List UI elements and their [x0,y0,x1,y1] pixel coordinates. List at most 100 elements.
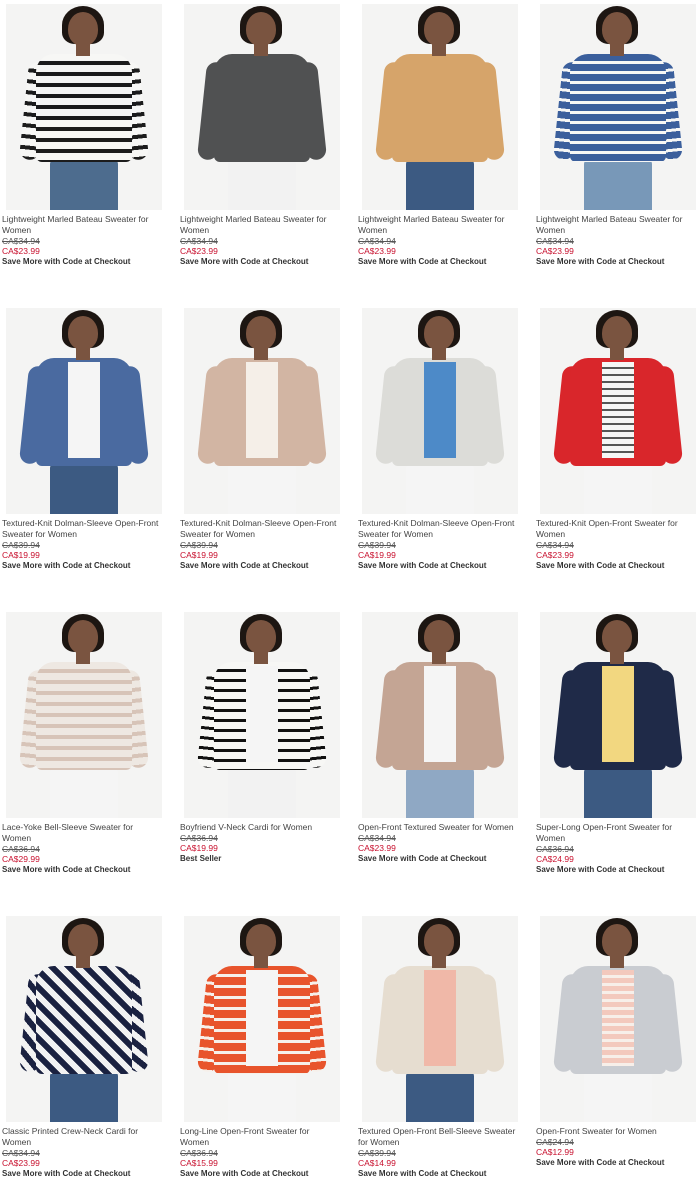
product-card[interactable]: Textured-Knit Open-Front Sweater for Wom… [536,308,700,571]
product-name-link[interactable]: Boyfriend V-Neck Cardi for Women [180,822,340,833]
model-figure [362,916,518,1122]
product-image[interactable] [540,916,696,1122]
product-card[interactable]: Textured Open-Front Bell-Sleeve Sweater … [358,916,522,1179]
product-card[interactable]: Open-Front Textured Sweater for Women CA$… [358,612,522,864]
model-figure [6,4,162,210]
original-price: CA$34.94 [2,1148,40,1158]
original-price: CA$39.94 [180,540,218,550]
original-price: CA$34.94 [180,236,218,246]
product-grid: Lightweight Marled Bateau Sweater for Wo… [0,0,700,1192]
original-price: CA$34.94 [536,540,574,550]
model-figure [362,308,518,514]
product-name-link[interactable]: Lightweight Marled Bateau Sweater for Wo… [358,214,518,236]
original-price: CA$39.94 [2,540,40,550]
product-card[interactable]: Textured-Knit Dolman-Sleeve Open-Front S… [358,308,522,571]
product-image[interactable] [362,4,518,210]
product-image[interactable] [6,612,162,818]
product-card[interactable]: Lace-Yoke Bell-Sleeve Sweater for Women C… [2,612,166,875]
product-name-link[interactable]: Lace-Yoke Bell-Sleeve Sweater for Women [2,822,162,844]
model-figure [6,916,162,1122]
model-head [602,12,632,46]
product-card[interactable]: Boyfriend V-Neck Cardi for Women CA$36.94… [180,612,344,864]
model-legs [406,160,474,210]
product-card[interactable]: Textured-Knit Dolman-Sleeve Open-Front S… [2,308,166,571]
product-image[interactable] [6,308,162,514]
promo-message: Save More with Code at Checkout [358,257,487,266]
original-price: CA$36.94 [2,844,40,854]
model-figure [184,612,340,818]
original-price: CA$34.94 [536,236,574,246]
product-name-link[interactable]: Textured-Knit Open-Front Sweater for Wom… [536,518,696,540]
model-legs [50,1072,118,1122]
product-card[interactable]: Lightweight Marled Bateau Sweater for Wo… [536,4,700,267]
model-legs [50,464,118,514]
model-head [602,924,632,958]
product-image[interactable] [362,308,518,514]
model-head [424,924,454,958]
product-name-link[interactable]: Open-Front Sweater for Women [536,1126,696,1137]
model-legs [228,464,296,514]
product-card[interactable]: Open-Front Sweater for Women CA$24.94 CA$1… [536,916,700,1168]
product-name-link[interactable]: Long-Line Open-Front Sweater for Women [180,1126,340,1148]
model-head [68,924,98,958]
product-image[interactable] [184,612,340,818]
sale-price: CA$19.99 [180,550,218,560]
product-card[interactable]: Lightweight Marled Bateau Sweater for Wo… [358,4,522,267]
promo-message: Save More with Code at Checkout [358,854,487,863]
product-card[interactable]: Lightweight Marled Bateau Sweater for Wo… [2,4,166,267]
original-price: CA$34.94 [2,236,40,246]
model-inner-top [602,362,634,458]
sale-price: CA$23.99 [2,1158,40,1168]
model-inner-top [602,666,634,762]
promo-message: Save More with Code at Checkout [358,1169,487,1178]
model-inner-top [246,362,278,458]
model-legs [584,768,652,818]
model-head [68,316,98,350]
product-image[interactable] [540,4,696,210]
product-image[interactable] [540,308,696,514]
product-name-link[interactable]: Open-Front Textured Sweater for Women [358,822,518,833]
product-image[interactable] [184,308,340,514]
product-card[interactable]: Textured-Knit Dolman-Sleeve Open-Front S… [180,308,344,571]
product-name-link[interactable]: Super-Long Open-Front Sweater for Women [536,822,696,844]
model-inner-top [424,362,456,458]
promo-message: Save More with Code at Checkout [180,561,309,570]
product-name-link[interactable]: Textured-Knit Dolman-Sleeve Open-Front S… [180,518,340,540]
product-image[interactable] [362,612,518,818]
product-image[interactable] [184,4,340,210]
model-legs [406,464,474,514]
product-name-link[interactable]: Lightweight Marled Bateau Sweater for Wo… [180,214,340,236]
product-image[interactable] [184,916,340,1122]
product-image[interactable] [6,4,162,210]
product-name-link[interactable]: Lightweight Marled Bateau Sweater for Wo… [2,214,162,236]
product-image[interactable] [362,916,518,1122]
sale-price: CA$19.99 [2,550,40,560]
product-card[interactable]: Super-Long Open-Front Sweater for Women C… [536,612,700,875]
model-head [246,12,276,46]
sale-price: CA$12.99 [536,1147,574,1157]
model-torso [36,54,132,162]
product-card[interactable]: Long-Line Open-Front Sweater for Women CA… [180,916,344,1179]
model-figure [184,916,340,1122]
model-figure [184,308,340,514]
product-name-link[interactable]: Lightweight Marled Bateau Sweater for Wo… [536,214,696,236]
original-price: CA$34.94 [358,833,396,843]
product-name-link[interactable]: Textured-Knit Dolman-Sleeve Open-Front S… [358,518,518,540]
model-figure [540,612,696,818]
product-image[interactable] [540,612,696,818]
model-legs [584,160,652,210]
sale-price: CA$24.99 [536,854,574,864]
product-name-link[interactable]: Textured Open-Front Bell-Sleeve Sweater … [358,1126,518,1148]
product-name-link[interactable]: Textured-Knit Dolman-Sleeve Open-Front S… [2,518,162,540]
promo-message: Best Seller [180,854,222,863]
product-card[interactable]: Lightweight Marled Bateau Sweater for Wo… [180,4,344,267]
product-card[interactable]: Classic Printed Crew-Neck Cardi for Wome… [2,916,166,1179]
sale-price: CA$19.99 [180,843,218,853]
model-inner-top [602,970,634,1066]
product-name-link[interactable]: Classic Printed Crew-Neck Cardi for Wome… [2,1126,162,1148]
model-figure [362,612,518,818]
model-inner-top [68,362,100,458]
product-image[interactable] [6,916,162,1122]
model-legs [50,160,118,210]
promo-message: Save More with Code at Checkout [536,257,665,266]
